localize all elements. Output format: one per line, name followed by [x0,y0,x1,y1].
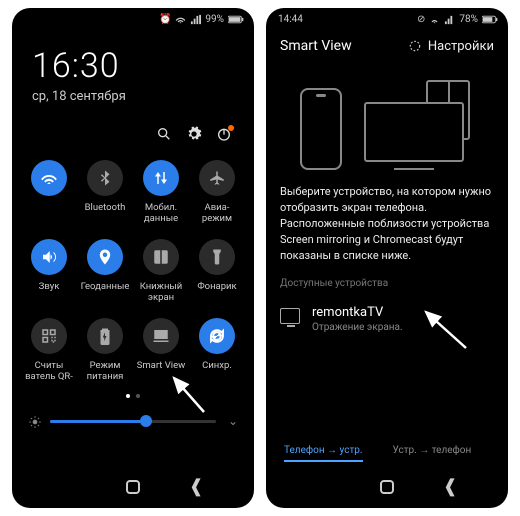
tile-bluetooth[interactable]: Bluetooth [78,160,132,225]
nav-back[interactable]: ❰ [189,478,204,496]
brightness-expand[interactable]: ⌄ [224,414,238,428]
signal-icon [444,14,455,25]
tile-label: Геоданные [81,281,130,303]
tile-airplane[interactable]: Авиа- режим [190,160,244,225]
status-bar: 14:44 ⊘ 78% [266,8,508,28]
smartview-header: Smart View Настройки [266,28,508,60]
devices-outline-icon [364,80,474,170]
nav-back[interactable]: ❰ [443,478,458,496]
settings-link[interactable]: Настройки [408,39,494,54]
tile-qr[interactable]: Считы ватель QR- [22,318,76,383]
phone-outline-icon [300,88,342,170]
gear-icon[interactable] [186,126,202,142]
tile-label: Авиа- режим [202,202,232,225]
phone-quicksettings: ⏰ 99% 16:30 ср, 18 сентября [12,8,254,508]
tile-label: Считы ватель QR- [25,360,73,383]
nav-bar: ❰ [266,472,508,502]
brightness-slider[interactable]: ⌄ [12,402,254,436]
tile-label: Звук [39,281,60,303]
tile-label: Книжный экран [140,281,183,304]
tile-label: Синхр. [202,360,232,382]
search-icon[interactable] [156,126,172,142]
tile-power-mode[interactable]: Режим питания [78,318,132,383]
qs-tiles-grid: Bluetooth Мобил. данные Авиа- режим Звук… [12,152,254,386]
device-item[interactable]: remontkaTV Отражение экрана. [266,295,508,343]
tile-location[interactable]: Геоданные [78,239,132,304]
pager-dot-active [126,394,130,398]
pager-dot [136,394,140,398]
battery-percent: 78% [459,14,478,25]
qs-date: ср, 18 сентября [32,89,234,104]
nav-recent[interactable] [316,486,332,489]
qs-time: 16:30 [32,46,234,86]
pager-dots[interactable] [12,386,254,402]
tile-flashlight[interactable]: Фонарик [190,239,244,304]
smartview-illustration [266,60,508,170]
notification-badge [228,125,234,131]
tile-label: Bluetooth [85,202,126,224]
tile-label: Фонарик [197,281,236,303]
smartview-instruction: Выберите устройство, на котором нужно от… [266,170,508,276]
nav-bar: ❰ [12,472,254,502]
tile-sound[interactable]: Звук [22,239,76,304]
status-bar: ⏰ 99% [12,8,254,28]
tile-book-screen[interactable]: Книжный экран [134,239,188,304]
signal-icon [190,14,201,25]
status-time: 14:44 [278,14,303,25]
phone-smartview: 14:44 ⊘ 78% Smart View Настройки Выберит… [266,8,508,508]
tile-smart-view[interactable]: Smart View [134,318,188,383]
tile-wifi[interactable] [22,160,76,225]
slider-track[interactable] [50,420,216,423]
battery-icon [482,15,498,24]
nav-home[interactable] [126,480,140,494]
do-not-disturb-icon: ⊘ [417,14,425,25]
qs-top-actions [12,112,254,152]
device-subtitle: Отражение экрана. [312,322,403,333]
brightness-icon [28,414,42,428]
nav-recent[interactable] [62,486,78,489]
tab-phone-to-device[interactable]: Телефон → устр. [284,445,363,462]
tile-sync[interactable]: Синхр. [190,318,244,383]
wifi-icon [429,14,440,25]
tab-device-to-phone[interactable]: Устр. → телефон [393,445,472,462]
nav-home[interactable] [380,480,394,494]
tile-mobile-data[interactable]: Мобил. данные [134,160,188,225]
battery-percent: 99% [205,14,224,25]
tile-label: Режим питания [87,360,124,383]
direction-tabs: Телефон → устр. Устр. → телефон [266,445,508,468]
qs-clock-block: 16:30 ср, 18 сентября [12,28,254,112]
power-icon[interactable] [216,126,232,142]
slider-thumb[interactable] [140,415,152,427]
battery-icon [228,15,244,24]
tile-label: Мобил. данные [144,202,178,225]
available-devices-label: Доступные устройства [266,276,508,295]
wifi-icon [175,14,186,25]
device-name: remontkaTV [312,305,403,320]
tile-label: Smart View [137,360,186,382]
tv-icon [280,308,300,324]
alarm-icon: ⏰ [159,14,171,25]
settings-label: Настройки [428,39,494,54]
smartview-title: Smart View [280,38,352,54]
